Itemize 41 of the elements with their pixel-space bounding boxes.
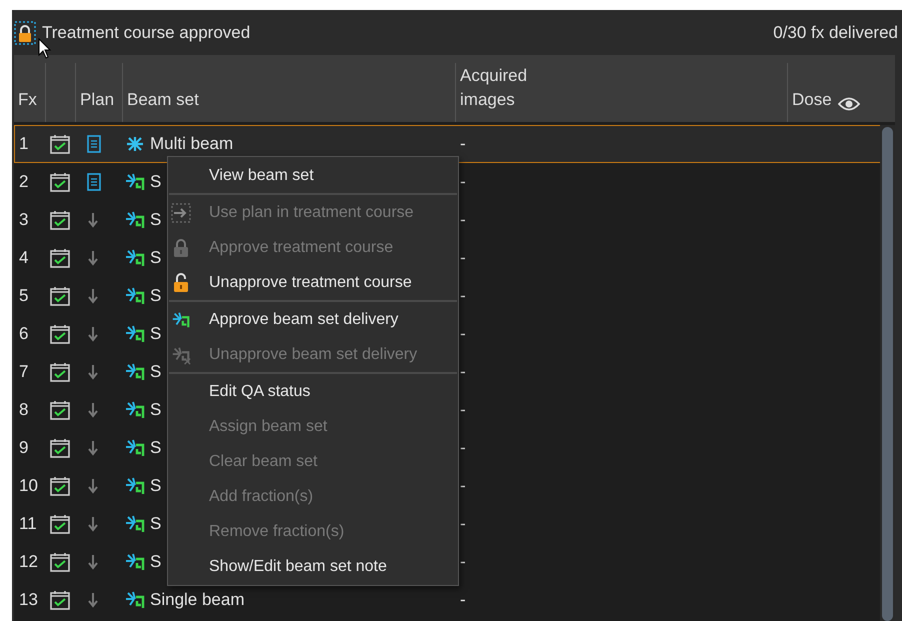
fraction-number: 8 <box>18 400 30 420</box>
fraction-number: 9 <box>18 438 30 458</box>
acquired-images: - <box>459 210 467 230</box>
acquired-images: - <box>459 552 467 572</box>
acquired-images: - <box>459 248 467 268</box>
acquired-images: - <box>459 438 467 458</box>
fractions-delivered: 0/30 fx delivered <box>773 22 898 42</box>
beam-set-name: S <box>150 324 162 344</box>
beam-set-name: S <box>150 552 162 572</box>
beam-set-name: S <box>150 362 162 382</box>
fraction-number: 13 <box>18 590 39 610</box>
acquired-images: - <box>459 286 467 306</box>
beam-set-name: S <box>150 476 162 496</box>
fraction-number: 7 <box>18 362 30 382</box>
fraction-number: 2 <box>18 172 30 192</box>
beam-set-name: S <box>150 400 162 420</box>
acquired-images: - <box>459 514 467 534</box>
fraction-number: 1 <box>18 134 30 154</box>
fraction-number: 6 <box>18 324 30 344</box>
fraction-number: 10 <box>18 476 39 496</box>
beam-set-name: S <box>150 210 162 230</box>
course-status-title: Treatment course approved <box>42 22 250 42</box>
acquired-images: - <box>459 590 467 610</box>
acquired-images: - <box>459 362 467 382</box>
beam-set-name: S <box>150 514 162 534</box>
beam-set-name: S <box>150 438 162 458</box>
acquired-images: - <box>459 134 467 154</box>
beam-set-name: S <box>150 286 162 306</box>
fraction-number: 5 <box>18 286 30 306</box>
acquired-images: - <box>459 172 467 192</box>
acquired-images: - <box>459 324 467 344</box>
beam-set-name: Single beam <box>150 590 245 610</box>
acquired-images: - <box>459 400 467 420</box>
acquired-images: - <box>459 476 467 496</box>
beam-set-name: S <box>150 172 162 192</box>
fraction-number: 3 <box>18 210 30 230</box>
fraction-number: 4 <box>18 248 30 268</box>
fraction-number: 11 <box>18 514 38 534</box>
beam-set-name: S <box>150 248 162 268</box>
beam-set-name: Multi beam <box>150 134 234 154</box>
fraction-number: 12 <box>18 552 39 572</box>
